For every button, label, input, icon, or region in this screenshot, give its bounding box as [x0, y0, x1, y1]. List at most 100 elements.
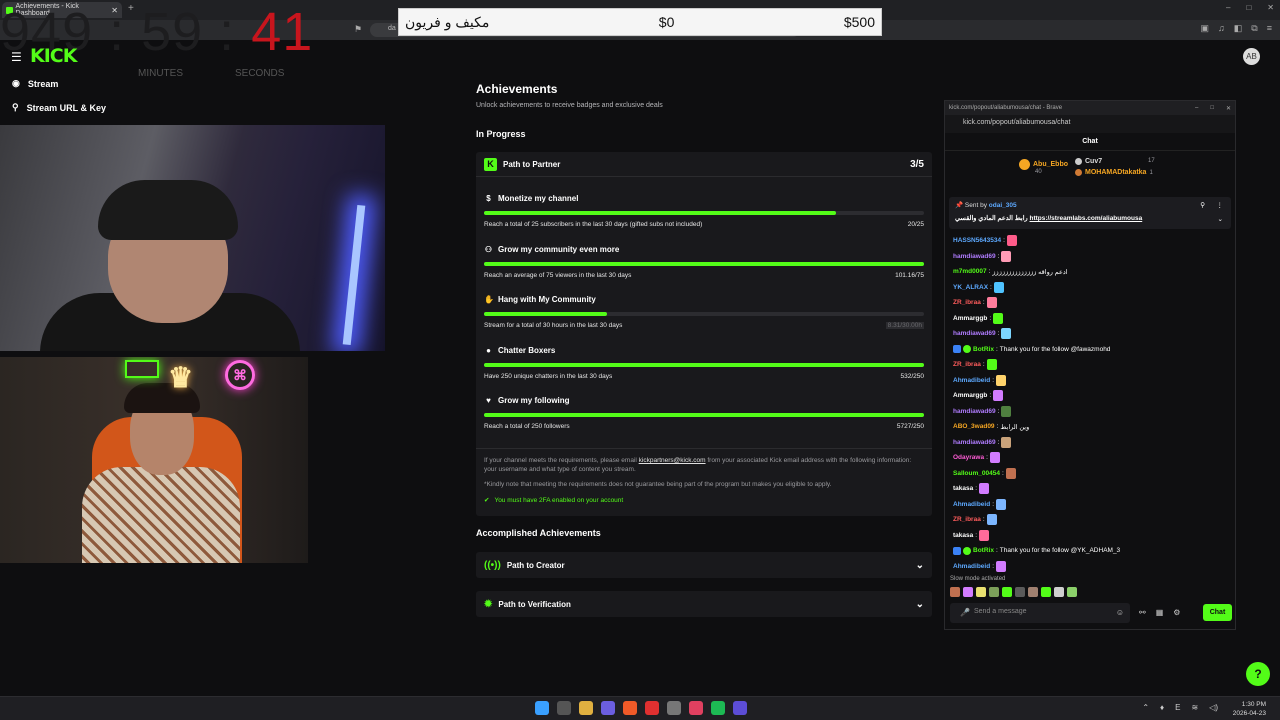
- emote-icon[interactable]: [989, 587, 999, 597]
- emote-icon[interactable]: [1015, 587, 1025, 597]
- chat-username[interactable]: m7md0007: [953, 268, 987, 275]
- language-indicator[interactable]: E: [1175, 703, 1180, 712]
- chat-username[interactable]: Ahmadibeid: [953, 377, 990, 384]
- start-icon[interactable]: [535, 701, 549, 715]
- pin-icon[interactable]: ⚲: [1200, 201, 1205, 209]
- discord-icon[interactable]: [601, 701, 615, 715]
- chat-username[interactable]: ABO_3wad09: [953, 423, 995, 430]
- top-gifter-2[interactable]: Cuv7: [1075, 158, 1102, 165]
- emote-icon[interactable]: [1041, 587, 1051, 597]
- chevron-down-icon[interactable]: ⌄: [916, 599, 924, 610]
- brave-icon[interactable]: [623, 701, 637, 715]
- chat-username[interactable]: HASSN5643534: [953, 237, 1001, 244]
- sidebar-item-stream[interactable]: ◉ Stream: [12, 78, 58, 89]
- chat-username[interactable]: takasa: [953, 532, 973, 539]
- bookmark-icon[interactable]: ⚑: [354, 24, 362, 35]
- emote-icon[interactable]: [1054, 587, 1064, 597]
- chat-username[interactable]: BotRix: [973, 346, 994, 353]
- clock-date: 2026-04-23: [1232, 710, 1266, 717]
- send-chat-button[interactable]: Chat: [1203, 604, 1232, 621]
- volume-icon[interactable]: ◁): [1209, 703, 1218, 712]
- chat-username[interactable]: hamdiawad69: [953, 439, 996, 446]
- sent-by-user[interactable]: odai_305: [989, 202, 1017, 209]
- emoji-icon[interactable]: ☺: [1116, 608, 1124, 617]
- chat-username[interactable]: BotRix: [973, 547, 994, 554]
- chat-username[interactable]: takasa: [953, 485, 973, 492]
- task-view-icon[interactable]: [557, 701, 571, 715]
- chat-username[interactable]: Ammarggb: [953, 315, 987, 322]
- mic-tray-icon[interactable]: ♦: [1160, 703, 1164, 712]
- chat-message: ZR_ibraa:: [953, 295, 1229, 311]
- emote-icon[interactable]: [950, 587, 960, 597]
- streamlabs-link[interactable]: https://streamlabs.com/aliabumousa: [1030, 215, 1143, 222]
- microphone-icon[interactable]: 🎤: [960, 608, 970, 617]
- app-icon[interactable]: [733, 701, 747, 715]
- user-avatar[interactable]: AB: [1243, 48, 1260, 65]
- link-icon[interactable]: ⚯: [1139, 608, 1146, 617]
- hamburger-menu-icon[interactable]: ☰: [11, 50, 22, 64]
- chevron-down-icon[interactable]: ⌄: [916, 560, 924, 571]
- chat-username[interactable]: Odayrawa: [953, 454, 984, 461]
- top-gifter-1[interactable]: Abu_Ebbo: [1019, 159, 1068, 170]
- top-gifter-3[interactable]: MOHAMADtakatka 1: [1075, 169, 1153, 176]
- gifter-count: 40: [1035, 169, 1042, 175]
- partner-note-1: If your channel meets the requirements, …: [484, 456, 924, 474]
- file-explorer-icon[interactable]: [579, 701, 593, 715]
- chat-message: ABO_3wad09: وين الرابط: [953, 419, 1229, 435]
- requirement-value: 101.16/75: [895, 272, 924, 279]
- chat-username[interactable]: hamdiawad69: [953, 408, 996, 415]
- chat-message-input[interactable]: 🎤 Send a message ☺: [950, 603, 1130, 623]
- path-to-verification-card[interactable]: ✹ Path to Verification ⌄: [476, 591, 932, 617]
- chat-username[interactable]: Salloum_00454: [953, 470, 1000, 477]
- chat-text: ادعم رواقه زززززززززززززز: [992, 268, 1068, 276]
- menu-icon[interactable]: ≡: [1267, 23, 1272, 34]
- chat-username[interactable]: Ahmadibeid: [953, 501, 990, 508]
- emote-icon[interactable]: [1028, 587, 1038, 597]
- chat-username[interactable]: hamdiawad69: [953, 253, 996, 260]
- email-link[interactable]: kickpartners@kick.com: [639, 457, 706, 464]
- close-window-button[interactable]: ✕: [1226, 105, 1231, 112]
- path-to-creator-card[interactable]: ((•)) Path to Creator ⌄: [476, 552, 932, 578]
- chat-username[interactable]: ZR_ibraa: [953, 361, 981, 368]
- clock[interactable]: 1:30 PM 2026-04-23: [1233, 700, 1266, 718]
- emote-icon[interactable]: [976, 587, 986, 597]
- chevron-down-icon[interactable]: ⌄: [1218, 215, 1223, 223]
- path-to-partner-header[interactable]: K Path to Partner 3/5: [476, 152, 932, 177]
- maximize-button[interactable]: □: [1210, 105, 1214, 112]
- minimize-button[interactable]: –: [1226, 3, 1230, 12]
- chat-url-bar[interactable]: kick.com/popout/aliabumousa/chat: [945, 115, 1235, 133]
- spotify-icon[interactable]: [711, 701, 725, 715]
- extensions-icon[interactable]: ⧉: [1251, 23, 1257, 34]
- minimize-button[interactable]: –: [1195, 105, 1198, 112]
- chat-message: takasa:: [953, 528, 1229, 544]
- chat-username[interactable]: Ammarggb: [953, 392, 987, 399]
- app-icon[interactable]: [689, 701, 703, 715]
- sidebar-icon[interactable]: ◧: [1234, 23, 1243, 34]
- chat-username[interactable]: ZR_ibraa: [953, 299, 981, 306]
- chat-username[interactable]: ZR_ibraa: [953, 516, 981, 523]
- more-options-icon[interactable]: ⋮: [1217, 201, 1224, 209]
- emote-icon[interactable]: [1067, 587, 1077, 597]
- chat-message: Ahmadibeid:: [953, 559, 1229, 575]
- chat-username[interactable]: Ahmadibeid: [953, 563, 990, 570]
- chevron-up-icon[interactable]: ⌃: [1142, 703, 1149, 712]
- app-icon[interactable]: [645, 701, 659, 715]
- app-icon[interactable]: [667, 701, 681, 715]
- sidebar-item-stream-url-key[interactable]: ⚲ Stream URL & Key: [12, 102, 106, 113]
- close-window-button[interactable]: ✕: [1267, 3, 1274, 12]
- help-chat-icon[interactable]: ?: [1246, 662, 1270, 686]
- emote-icon[interactable]: [1002, 587, 1012, 597]
- chat-username[interactable]: YK_ALRAX: [953, 284, 988, 291]
- emote-icon[interactable]: [963, 587, 973, 597]
- kick-logo[interactable]: KICK: [30, 45, 77, 67]
- chat-username[interactable]: hamdiawad69: [953, 330, 996, 337]
- wallet-icon[interactable]: ▣: [1201, 23, 1210, 34]
- kick-badge-icon: K: [484, 157, 497, 171]
- emote-quick-bar: [950, 587, 1077, 597]
- settings-icon[interactable]: ⚙: [1173, 608, 1180, 617]
- wifi-icon[interactable]: ≋: [1191, 703, 1198, 712]
- gift-icon[interactable]: ▦: [1156, 608, 1164, 617]
- playlist-icon[interactable]: ♫: [1218, 23, 1225, 34]
- emote-icon: [1001, 436, 1012, 448]
- maximize-button[interactable]: □: [1246, 3, 1251, 12]
